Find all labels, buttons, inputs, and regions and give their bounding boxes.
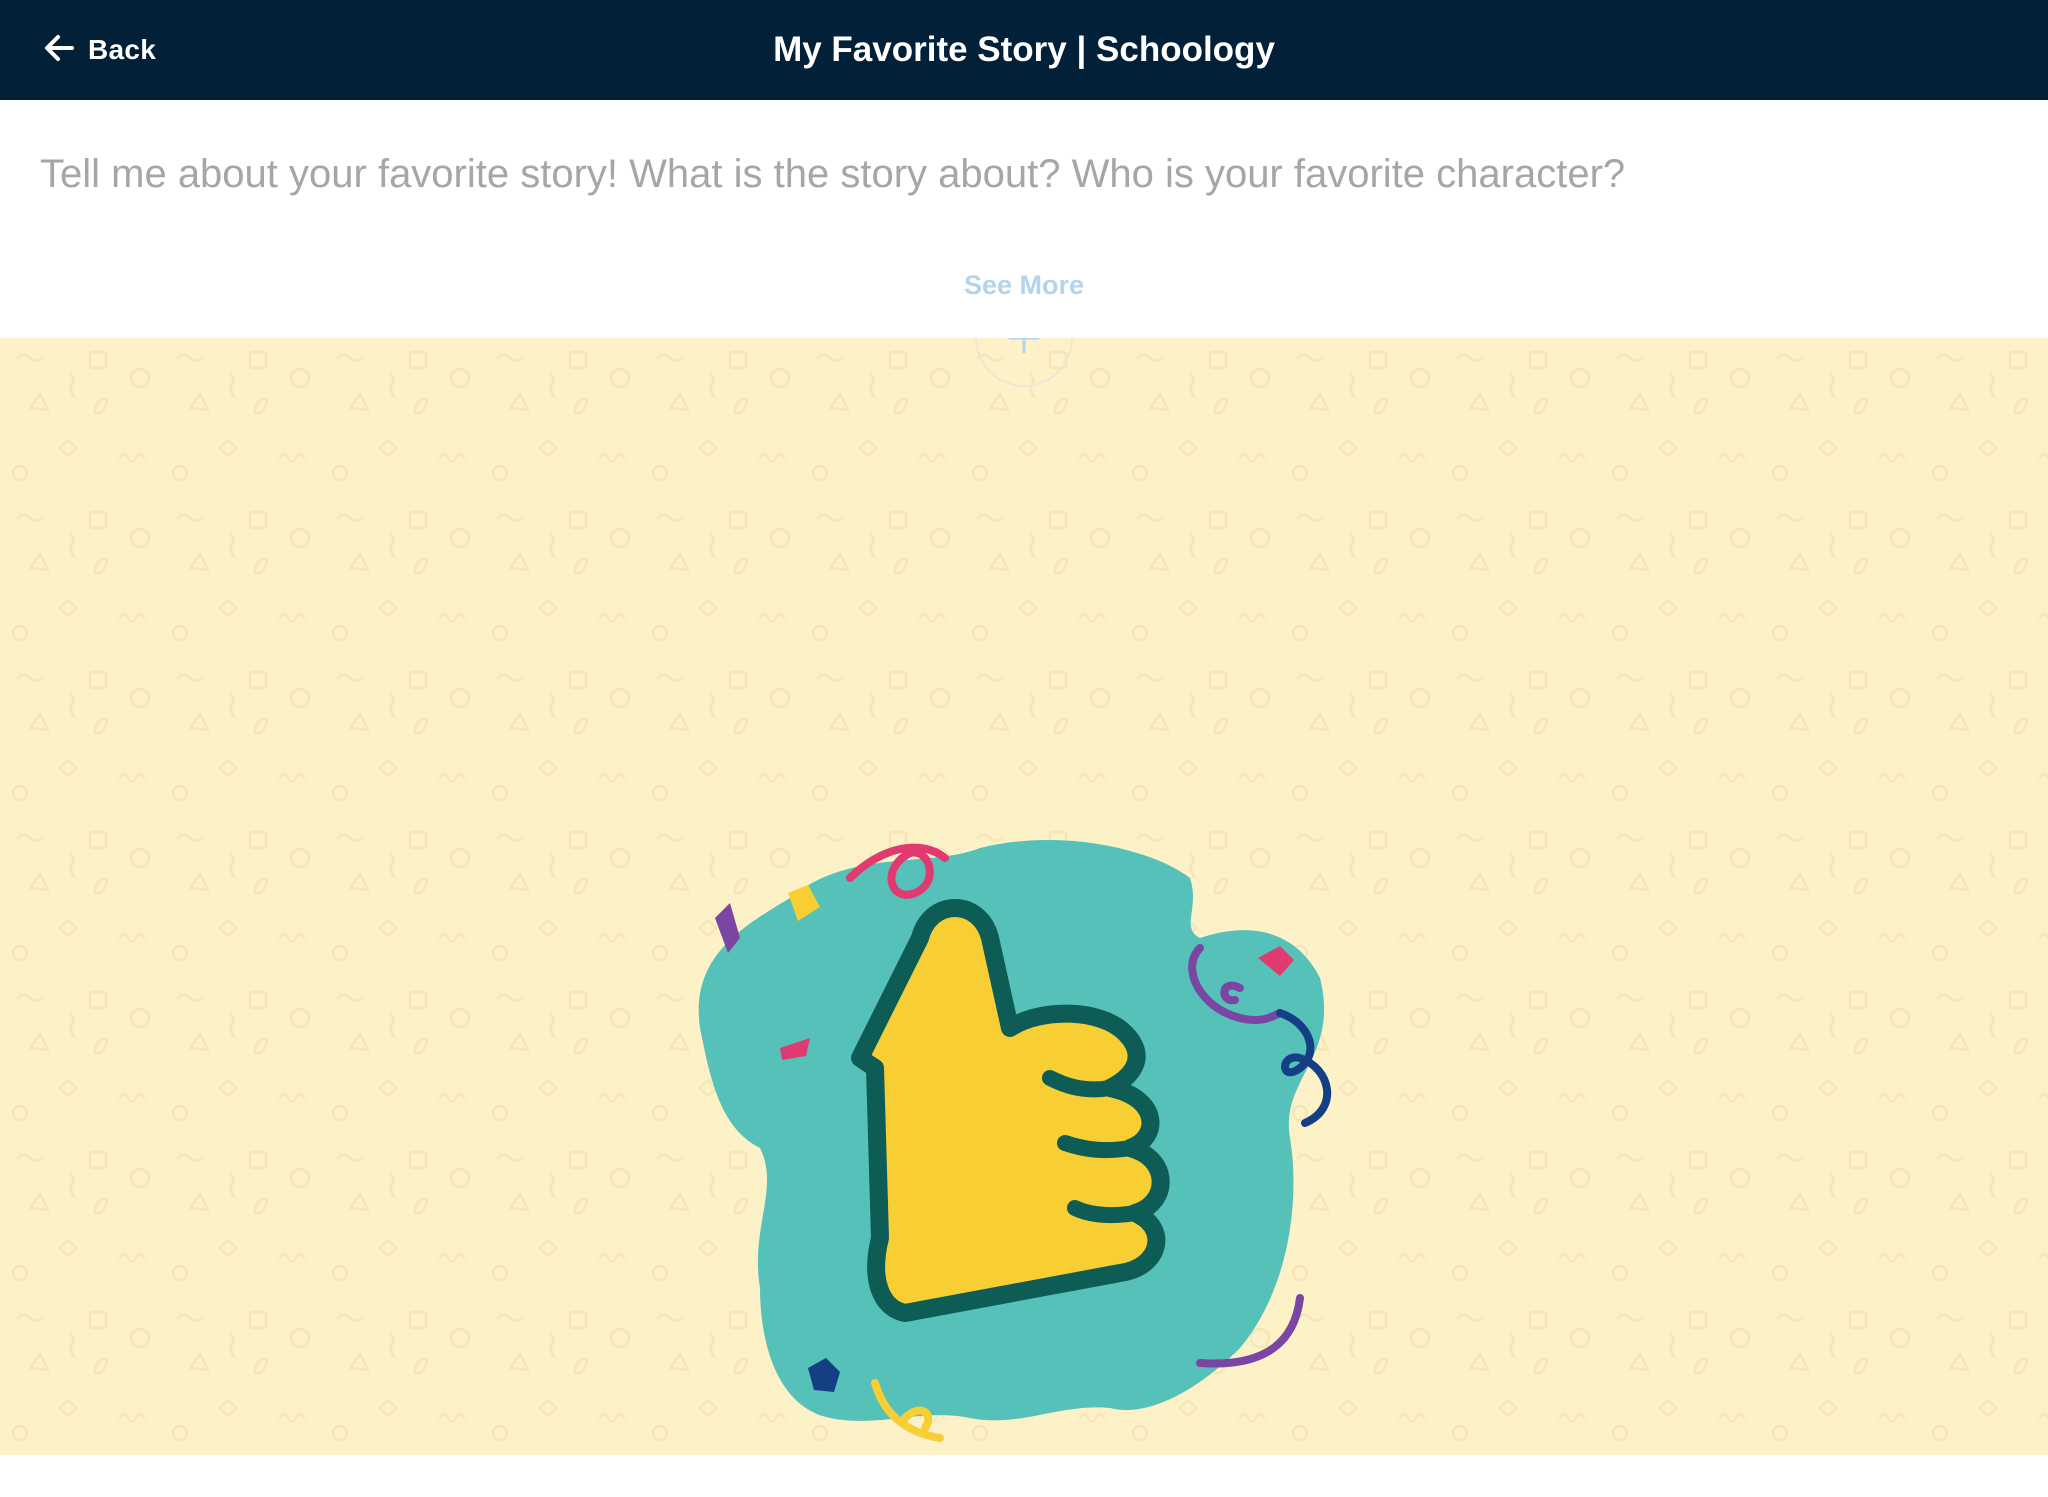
- finger-line: [1067, 1200, 1143, 1224]
- prompt-panel: Tell me about your favorite story! What …: [0, 100, 2048, 338]
- drawing-canvas[interactable]: [0, 338, 2048, 1455]
- page-title: My Favorite Story | Schoology: [773, 30, 1275, 69]
- top-navigation-bar: Back My Favorite Story | Schoology: [0, 0, 2048, 100]
- arrow-left-icon: [42, 31, 76, 70]
- bottom-toolbar-strip: [0, 1455, 2048, 1497]
- see-more-link[interactable]: See More: [0, 270, 2048, 301]
- back-label: Back: [88, 34, 157, 65]
- expand-button[interactable]: [974, 338, 1074, 388]
- finger-line: [1057, 1135, 1138, 1159]
- back-button[interactable]: Back: [42, 28, 156, 72]
- prompt-text: Tell me about your favorite story! What …: [40, 152, 1626, 196]
- plus-icon: [1008, 338, 1040, 354]
- thumbs-up-illustration: [698, 839, 1332, 1442]
